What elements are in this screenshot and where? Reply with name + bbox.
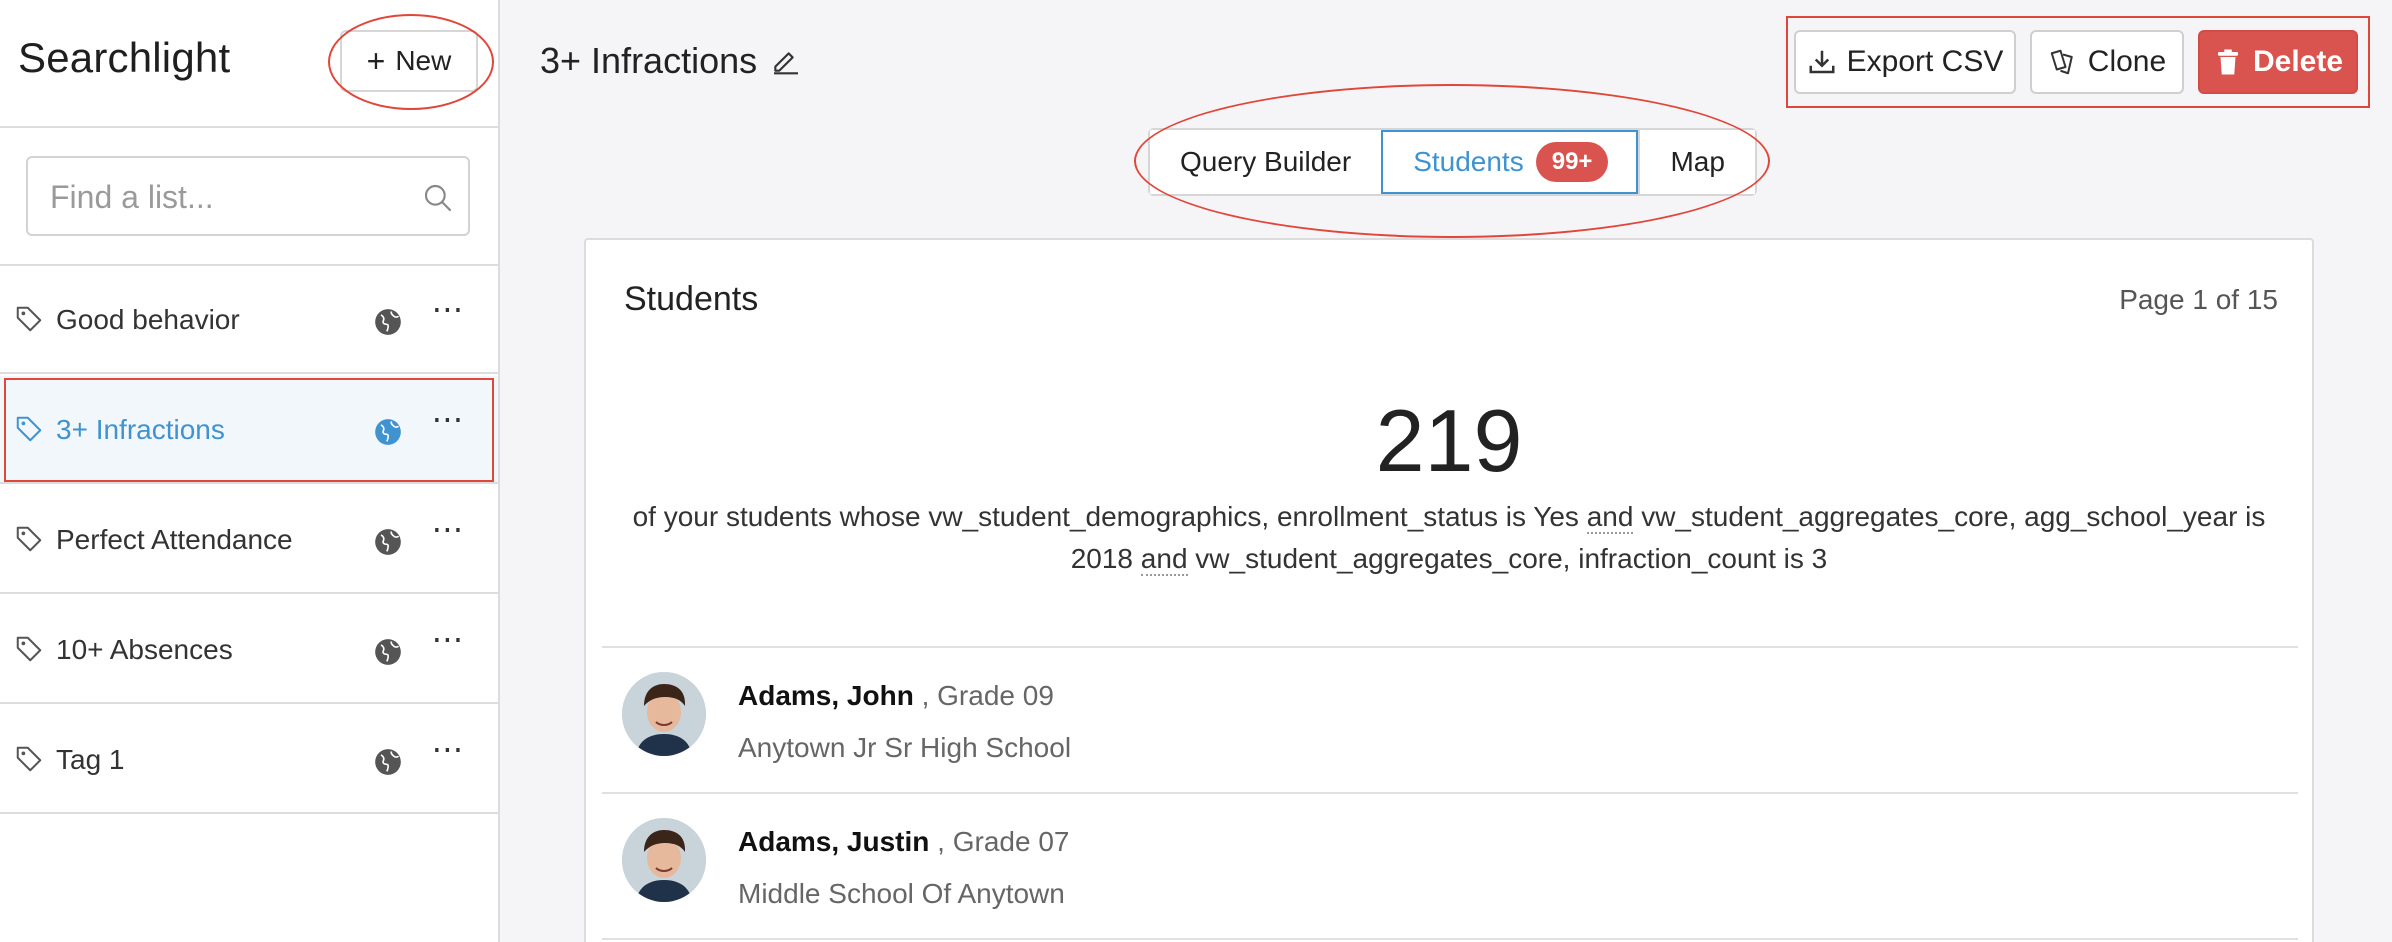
criteria-text: of your students whose vw_student_demogr… <box>632 501 1579 532</box>
tag-icon <box>16 526 42 552</box>
criteria-text: vw_student_aggregates_core, infraction_c… <box>1195 543 1828 574</box>
sidebar-item-label: 10+ Absences <box>56 634 233 665</box>
student-school: Middle School Of Anytown <box>738 878 1065 909</box>
student-row[interactable]: Adams, John , Grade 09 Anytown Jr Sr Hig… <box>602 648 2298 794</box>
delete-label: Delete <box>2252 45 2344 78</box>
sidebar-item-perfect-attendance[interactable]: Perfect Attendance ⋯ <box>0 486 498 594</box>
tab-map[interactable]: Map <box>1638 130 1755 194</box>
more-options-button[interactable]: ⋯ <box>430 290 466 334</box>
clone-label: Clone <box>2087 45 2167 78</box>
sidebar-item-label: Tag 1 <box>56 744 125 775</box>
globe-icon <box>375 419 401 445</box>
download-icon <box>1809 50 1835 74</box>
page-title: 3+ Infractions <box>540 40 758 81</box>
more-options-button[interactable]: ⋯ <box>430 510 466 554</box>
new-button-label: New <box>395 45 452 76</box>
sidebar-item-tag-1[interactable]: Tag 1 ⋯ <box>0 706 498 814</box>
search-icon[interactable] <box>422 182 454 214</box>
tag-icon <box>16 746 42 772</box>
tab-label: Students <box>1413 146 1524 177</box>
plus-icon: + <box>366 43 386 79</box>
tab-query-builder[interactable]: Query Builder <box>1150 130 1382 194</box>
more-options-button[interactable]: ⋯ <box>430 620 466 664</box>
clone-button[interactable]: Clone <box>2030 30 2184 94</box>
tab-students[interactable]: Students 99+ <box>1381 130 1639 194</box>
tab-label: Map <box>1670 146 1725 177</box>
tab-label: Query Builder <box>1180 146 1352 177</box>
pagination-info: Page 1 of 15 <box>2119 284 2278 315</box>
sidebar-item-3-infractions[interactable]: 3+ Infractions ⋯ <box>0 376 498 484</box>
tag-icon <box>16 416 42 442</box>
card-title: Students <box>624 280 759 318</box>
student-photo <box>622 818 706 902</box>
clone-icon <box>2050 49 2073 75</box>
sidebar-item-label: Perfect Attendance <box>56 524 293 555</box>
sidebar: Searchlight + New Good behavior <box>0 0 500 942</box>
sidebar-item-good-behavior[interactable]: Good behavior ⋯ <box>0 266 498 374</box>
avatar <box>622 672 706 756</box>
count-badge: 99+ <box>1535 142 1609 182</box>
list-search-input[interactable] <box>50 172 410 222</box>
query-criteria: of your students whose vw_student_demogr… <box>626 496 2272 580</box>
export-csv-button[interactable]: Export CSV <box>1794 30 2016 94</box>
student-name-line: Adams, Justin , Grade 07 <box>738 826 1069 858</box>
tag-icon <box>16 306 42 332</box>
criteria-conjunction: and <box>1140 543 1188 576</box>
sidebar-divider <box>0 126 498 128</box>
student-name[interactable]: Adams, John <box>738 680 914 711</box>
avatar <box>622 818 706 902</box>
student-school: Anytown Jr Sr High School <box>738 732 1072 763</box>
criteria-conjunction: and <box>1586 501 1634 534</box>
student-grade: , Grade 07 <box>937 826 1070 857</box>
pencil-edit-icon[interactable] <box>770 44 802 76</box>
student-count: 219 <box>1375 391 1523 490</box>
globe-icon <box>375 309 401 335</box>
student-grade: , Grade 09 <box>921 680 1054 711</box>
globe-icon <box>375 529 401 555</box>
globe-icon <box>375 749 401 775</box>
new-list-button[interactable]: + New <box>340 30 478 92</box>
student-photo <box>622 672 706 756</box>
view-tabs: Query Builder Students 99+ Map <box>1148 128 1757 196</box>
export-csv-label: Export CSV <box>1846 45 2004 78</box>
student-name-line: Adams, John , Grade 09 <box>738 680 1054 712</box>
list-search-box <box>26 156 470 236</box>
globe-icon <box>375 639 401 665</box>
sidebar-item-label: Good behavior <box>56 304 240 335</box>
trash-icon <box>2217 49 2238 75</box>
delete-button[interactable]: Delete <box>2198 30 2358 94</box>
brand-title: Searchlight <box>18 34 231 81</box>
sidebar-item-label: 3+ Infractions <box>56 414 225 445</box>
tag-icon <box>16 636 42 662</box>
more-options-button[interactable]: ⋯ <box>430 730 466 774</box>
student-name[interactable]: Adams, Justin <box>738 826 929 857</box>
student-row[interactable]: Adams, Justin , Grade 07 Middle School O… <box>602 794 2298 940</box>
sidebar-item-10-absences[interactable]: 10+ Absences ⋯ <box>0 596 498 704</box>
app: Searchlight + New Good behavior <box>0 0 2392 942</box>
students-card: Students Page 1 of 15 219 of your studen… <box>584 238 2314 942</box>
more-options-button[interactable]: ⋯ <box>430 400 466 444</box>
row-divider <box>602 938 2298 940</box>
